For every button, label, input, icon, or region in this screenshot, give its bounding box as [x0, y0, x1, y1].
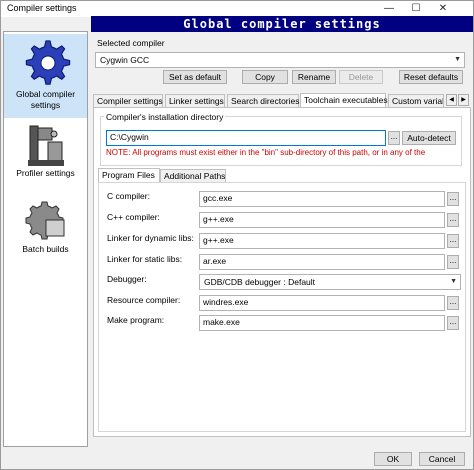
linker-static-browse-button[interactable]: ... [447, 255, 459, 269]
linker-static-label: Linker for static libs: [107, 254, 183, 264]
linker-dynamic-input[interactable]: g++.exe [199, 233, 445, 249]
title-bar: Compiler settings — ☐ ✕ [1, 1, 473, 17]
delete-button[interactable]: Delete [339, 70, 383, 84]
gear-icon [4, 37, 87, 89]
install-dir-browse-button[interactable]: ... [388, 131, 400, 145]
resource-compiler-browse-button[interactable]: ... [447, 296, 459, 310]
install-dir-note: NOTE: All programs must exist either in … [106, 148, 426, 157]
sidebar-item-label: Global compiler settings [15, 89, 76, 110]
cpp-compiler-browse-button[interactable]: ... [447, 213, 459, 227]
sidebar-item-label: Batch builds [22, 244, 69, 254]
debugger-label: Debugger: [107, 274, 147, 284]
sidebar-item-global-compiler-settings[interactable]: Global compiler settings [4, 34, 87, 118]
selected-compiler-label: Selected compiler [97, 38, 165, 48]
compiler-settings-window: Compiler settings — ☐ ✕ Global compiler … [0, 0, 474, 470]
window-title: Compiler settings [7, 3, 77, 13]
subtab-program-files[interactable]: Program Files [98, 168, 160, 182]
page-title: Global compiler settings [91, 16, 473, 32]
c-compiler-browse-button[interactable]: ... [447, 192, 459, 206]
c-compiler-input[interactable]: gcc.exe [199, 191, 445, 207]
reset-defaults-button[interactable]: Reset defaults [399, 70, 463, 84]
auto-detect-button[interactable]: Auto-detect [402, 131, 456, 145]
sidebar-item-batch-builds[interactable]: Batch builds [4, 196, 87, 266]
copy-button[interactable]: Copy [242, 70, 288, 84]
batch-gear-icon [4, 196, 87, 244]
chevron-down-icon: ▼ [450, 278, 457, 285]
cpp-compiler-label: C++ compiler: [107, 212, 160, 222]
tab-custom-variables[interactable]: Custom variab [388, 94, 444, 107]
maximize-button[interactable]: ☐ [404, 1, 428, 17]
linker-dynamic-label: Linker for dynamic libs: [107, 233, 194, 243]
profiler-icon [4, 120, 87, 168]
tab-search-directories[interactable]: Search directories [227, 94, 300, 107]
selected-compiler-select[interactable]: Cygwin GCC ▼ [95, 52, 465, 68]
cpp-compiler-input[interactable]: g++.exe [199, 212, 445, 228]
make-program-label: Make program: [107, 315, 165, 325]
set-as-default-button[interactable]: Set as default [163, 70, 227, 84]
cancel-button[interactable]: Cancel [419, 452, 465, 466]
sidebar: Global compiler settings Profiler settin… [3, 31, 88, 447]
tab-scroll-right-icon[interactable]: ▶ [458, 94, 469, 106]
debugger-value: GDB/CDB debugger : Default [204, 277, 316, 287]
tab-linker-settings[interactable]: Linker settings [165, 94, 225, 107]
ok-button[interactable]: OK [374, 452, 412, 466]
tab-compiler-settings[interactable]: Compiler settings [93, 94, 163, 107]
tab-toolchain-executables[interactable]: Toolchain executables [300, 93, 388, 107]
toolchain-panel: Compiler's installation directory C:\Cyg… [93, 107, 471, 437]
install-dir-input[interactable]: C:\Cygwin [106, 130, 386, 146]
rename-button[interactable]: Rename [292, 70, 336, 84]
selected-compiler-value: Cygwin GCC [100, 55, 150, 65]
c-compiler-label: C compiler: [107, 191, 150, 201]
debugger-select[interactable]: GDB/CDB debugger : Default ▼ [199, 274, 461, 290]
chevron-down-icon: ▼ [454, 56, 461, 63]
program-files-panel: C compiler: gcc.exe ... C++ compiler: g+… [98, 182, 466, 432]
install-dir-label: Compiler's installation directory [104, 112, 226, 122]
linker-static-input[interactable]: ar.exe [199, 254, 445, 270]
close-button[interactable]: ✕ [431, 1, 455, 17]
sidebar-item-profiler-settings[interactable]: Profiler settings [4, 120, 87, 190]
resource-compiler-input[interactable]: windres.exe [199, 295, 445, 311]
subtab-additional-paths[interactable]: Additional Paths [160, 169, 226, 182]
minimize-button[interactable]: — [377, 1, 401, 17]
tab-scroll-left-icon[interactable]: ◀ [446, 94, 457, 106]
resource-compiler-label: Resource compiler: [107, 295, 181, 305]
linker-dynamic-browse-button[interactable]: ... [447, 234, 459, 248]
make-program-browse-button[interactable]: ... [447, 316, 459, 330]
make-program-input[interactable]: make.exe [199, 315, 445, 331]
sidebar-item-label: Profiler settings [16, 168, 75, 178]
